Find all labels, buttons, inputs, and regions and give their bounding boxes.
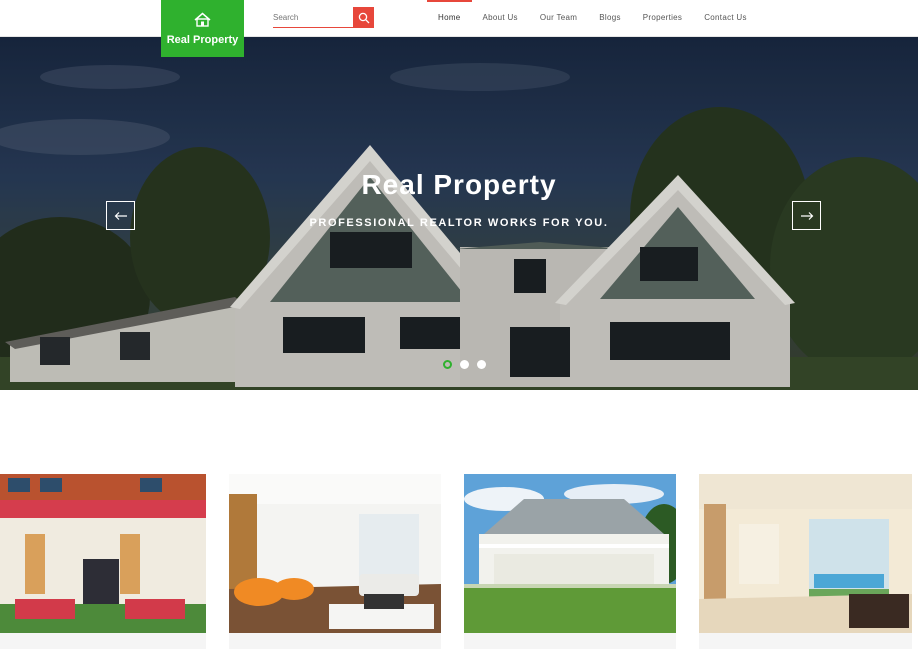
nav-blogs[interactable]: Blogs — [588, 0, 632, 37]
nav-about-us[interactable]: About Us — [472, 0, 529, 37]
nav-contact-us[interactable]: Contact Us — [693, 0, 758, 37]
nav-properties[interactable]: Properties — [632, 0, 693, 37]
property-cards — [0, 474, 918, 649]
slider-prev-button[interactable] — [106, 201, 135, 230]
property-image-farmhouse — [464, 474, 676, 633]
hero-house-image — [0, 37, 918, 390]
property-card-3[interactable] — [464, 474, 676, 649]
arrow-right-icon — [800, 211, 813, 220]
house-icon — [194, 12, 211, 27]
nav-our-team[interactable]: Our Team — [529, 0, 588, 37]
nav-home[interactable]: Home — [427, 0, 472, 37]
hero-subtitle: PROFESSIONAL REALTOR WORKS FOR YOU. — [309, 217, 609, 229]
property-image-living-room — [229, 474, 441, 633]
property-card-4[interactable] — [699, 474, 912, 649]
search-input[interactable] — [273, 7, 353, 28]
hero-title: Real Property — [361, 169, 557, 200]
property-image-interior — [699, 474, 912, 633]
hero-slider: Real Property PROFESSIONAL REALTOR WORKS… — [0, 37, 918, 390]
site-logo[interactable]: Real Property — [161, 0, 244, 57]
site-header: Home About Us Our Team Blogs Properties … — [0, 0, 918, 37]
brand-name: Real Property — [166, 34, 239, 46]
search-button[interactable] — [353, 7, 374, 28]
slider-dot-3[interactable] — [477, 360, 486, 369]
property-image-flower-house — [0, 474, 206, 633]
property-card-1[interactable] — [0, 474, 206, 649]
slider-dot-1[interactable] — [443, 360, 452, 369]
slider-dots — [443, 360, 486, 369]
search-bar — [273, 7, 374, 28]
main-nav: Home About Us Our Team Blogs Properties … — [427, 0, 758, 37]
search-icon — [358, 12, 369, 23]
arrow-left-icon — [114, 211, 127, 220]
slider-dot-2[interactable] — [460, 360, 469, 369]
slider-next-button[interactable] — [792, 201, 821, 230]
property-card-2[interactable] — [229, 474, 441, 649]
